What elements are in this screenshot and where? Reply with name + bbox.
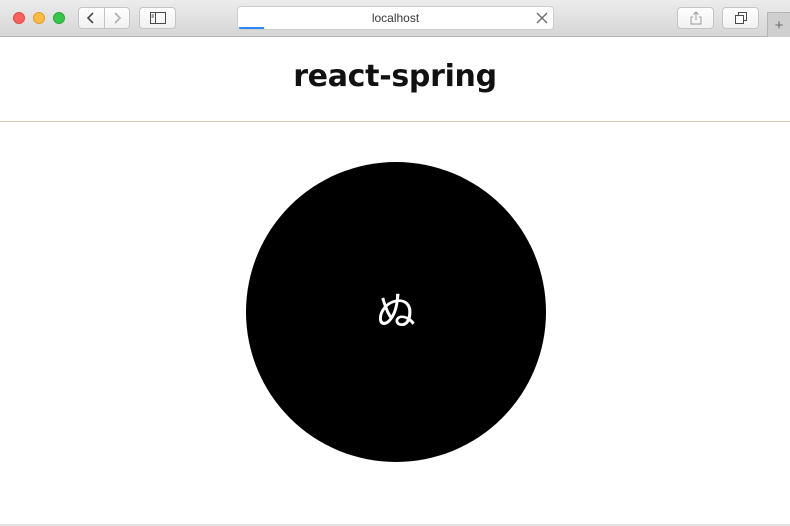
sidebar-button[interactable]: [139, 7, 176, 29]
navigation-buttons: [78, 7, 130, 29]
zoom-window-icon[interactable]: [53, 12, 65, 24]
address-bar[interactable]: localhost: [237, 6, 554, 30]
circle-character: ぬ: [376, 289, 416, 335]
animated-circle[interactable]: ぬ: [246, 162, 546, 462]
new-tab-button[interactable]: +: [767, 12, 790, 37]
page-load-progress-bar: [239, 27, 265, 29]
close-window-icon[interactable]: [13, 12, 25, 24]
stop-loading-icon[interactable]: [536, 12, 548, 24]
page-title: react-spring: [293, 59, 497, 94]
address-text: localhost: [371, 11, 420, 25]
forward-button[interactable]: [103, 8, 129, 28]
tabs-overview-icon: [734, 12, 747, 24]
share-button[interactable]: [677, 7, 714, 29]
browser-toolbar: localhost +: [0, 0, 790, 37]
sidebar-icon: [149, 12, 166, 24]
minimize-window-icon[interactable]: [33, 12, 45, 24]
chevron-left-icon: [87, 12, 95, 24]
chevron-right-icon: [114, 12, 122, 24]
page-header: react-spring: [0, 38, 790, 122]
show-tabs-button[interactable]: [722, 7, 759, 29]
back-button[interactable]: [79, 8, 104, 28]
share-icon: [690, 11, 701, 25]
